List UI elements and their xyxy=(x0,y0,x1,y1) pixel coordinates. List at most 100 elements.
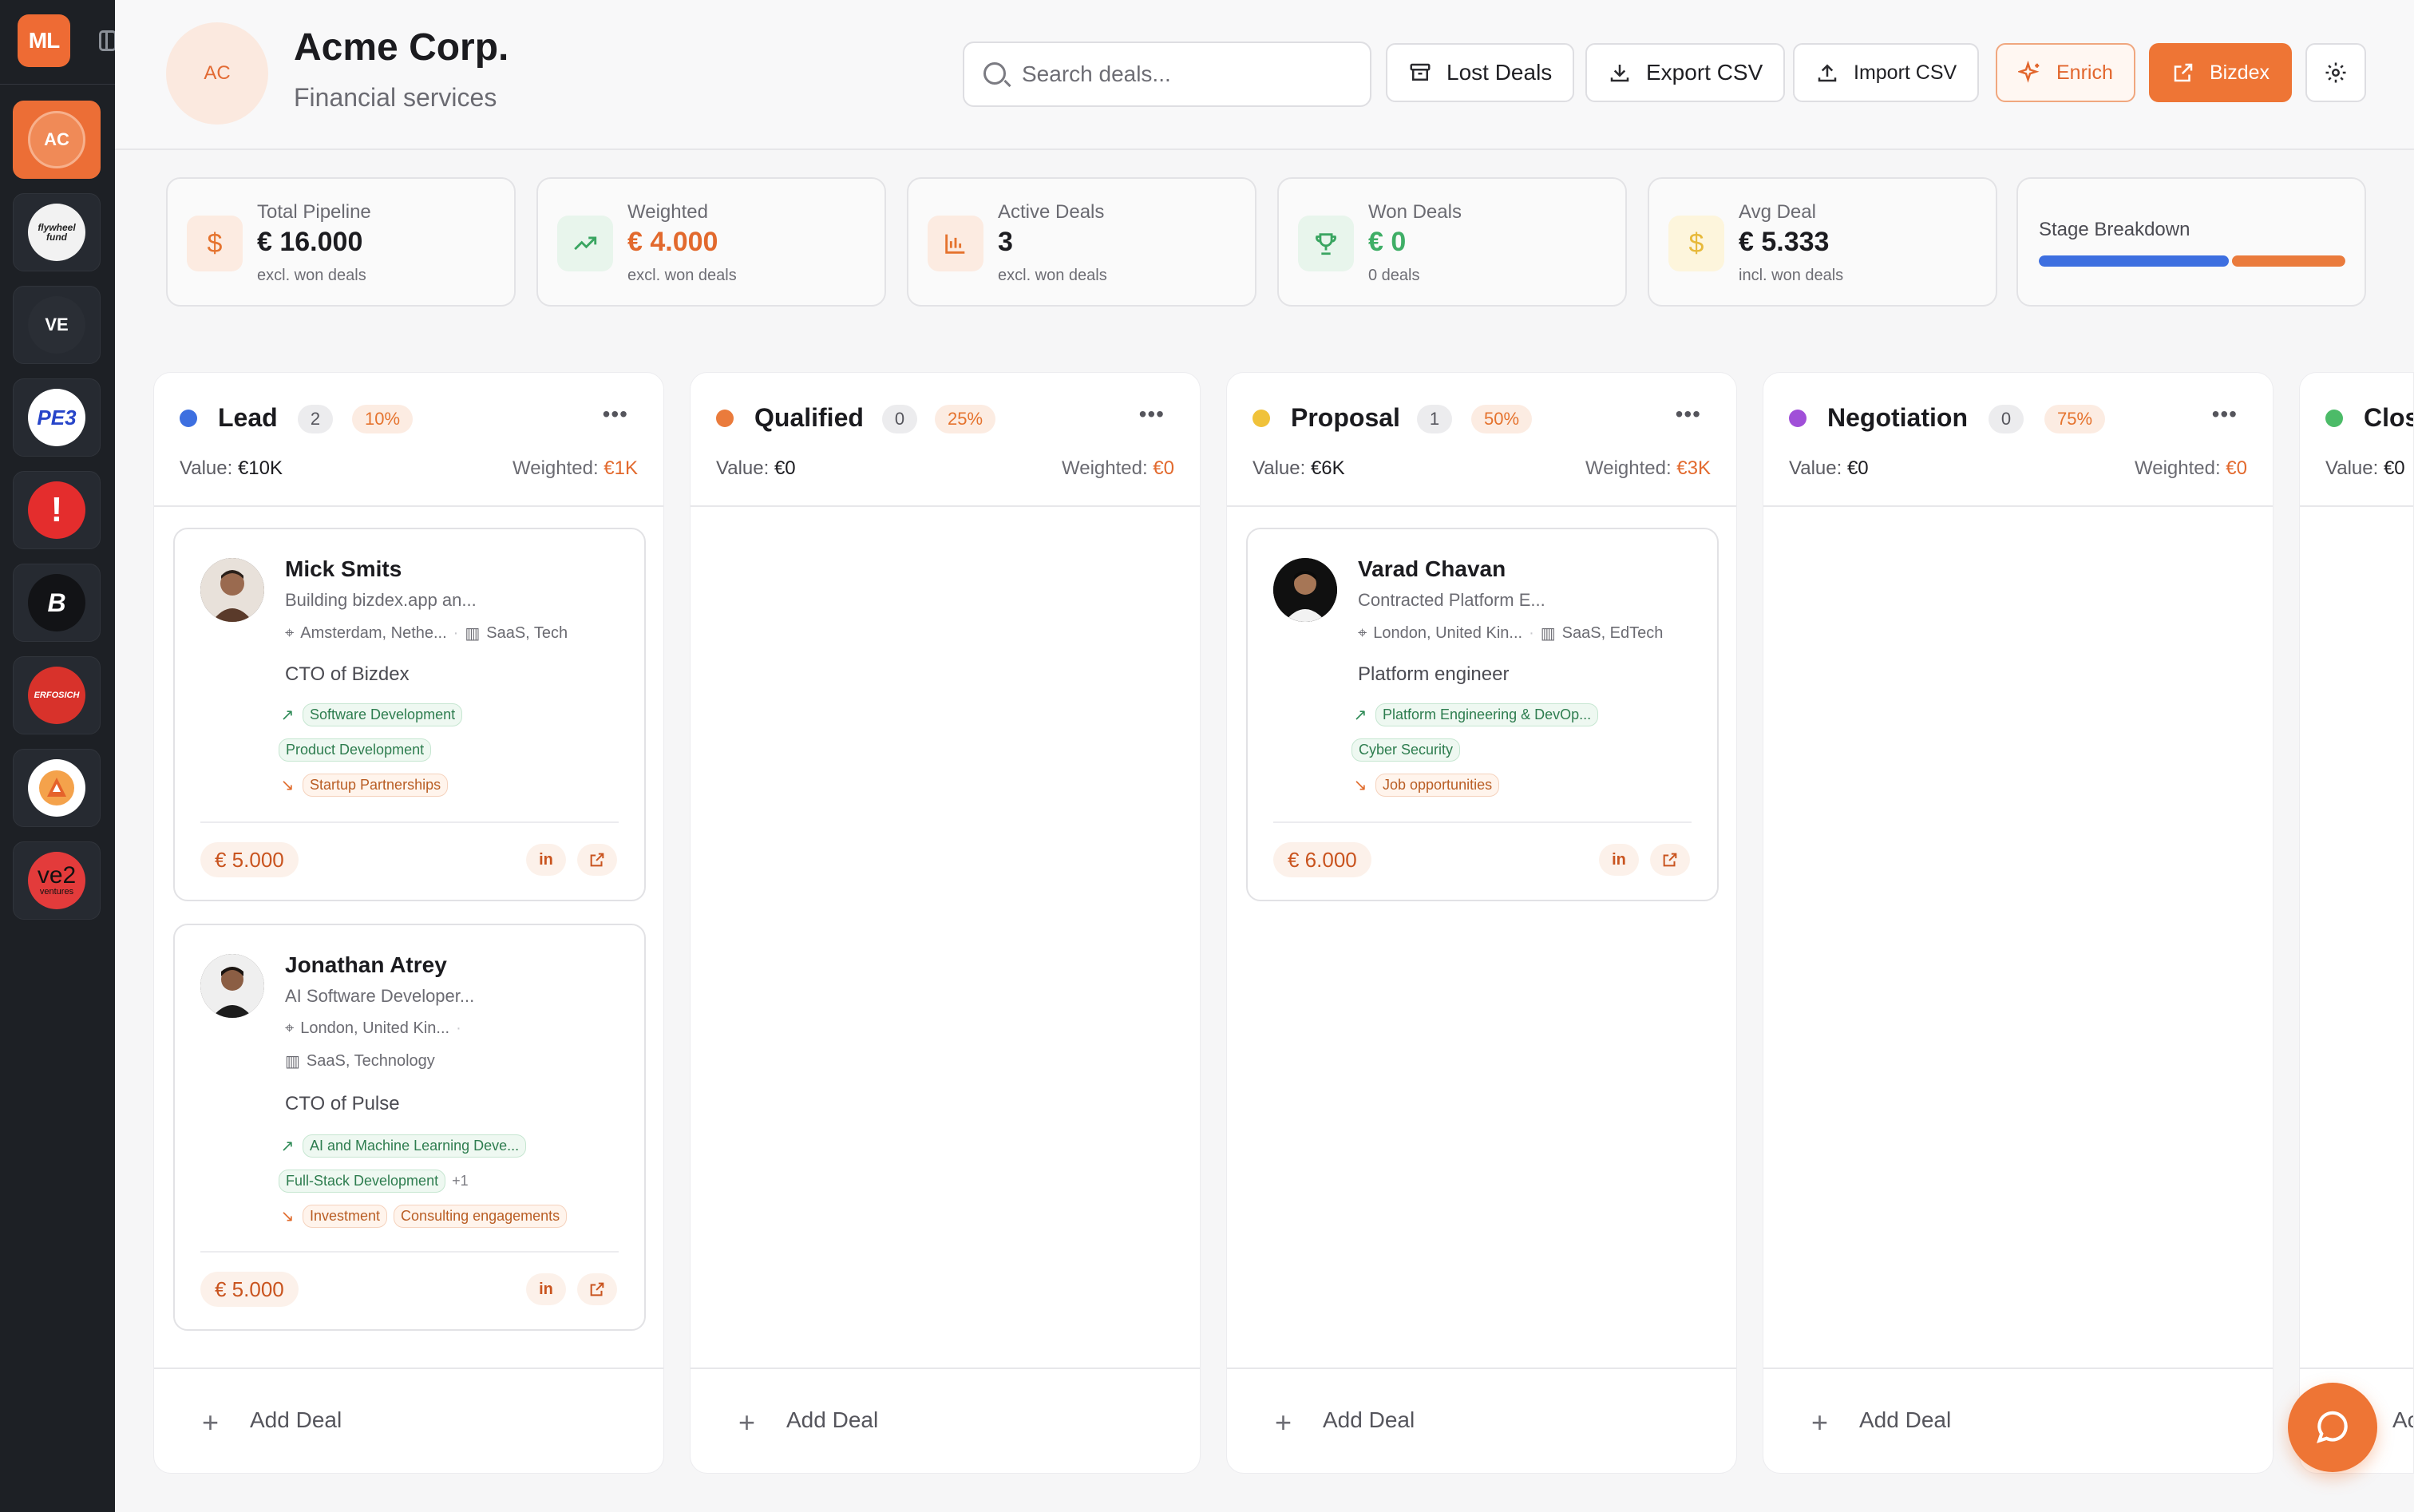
linkedin-button[interactable]: in xyxy=(526,1273,566,1305)
workspace-logo: flywheel fund xyxy=(28,204,85,261)
want-tag: Investment xyxy=(303,1205,388,1228)
stage-dot xyxy=(1789,410,1807,427)
contact-name[interactable]: Varad Chavan xyxy=(1358,556,1506,582)
contact-headline: AI Software Developer... xyxy=(285,986,475,1006)
stat-label: Active Deals xyxy=(998,201,1105,223)
linkedin-button[interactable]: in xyxy=(526,844,566,876)
workspace-logo: ERFOSICH xyxy=(28,667,85,724)
contact-name[interactable]: Mick Smits xyxy=(285,556,402,582)
ve2-logo-subtext: ventures xyxy=(39,887,74,897)
deal-amount: € 5.000 xyxy=(200,842,299,877)
open-link-button[interactable] xyxy=(577,1273,617,1305)
contact-avatar xyxy=(200,954,264,1018)
contact-headline: Building bizdex.app an... xyxy=(285,590,477,610)
stat-note: excl. won deals xyxy=(998,267,1107,284)
search-box[interactable] xyxy=(963,42,1371,107)
open-link-button[interactable] xyxy=(1650,844,1690,876)
column-count-badge: 0 xyxy=(1989,405,2024,433)
column-title: Lead xyxy=(218,403,278,432)
more-options-icon[interactable]: ••• xyxy=(2212,402,2238,427)
column-header: Lead 2 10% ••• Value: €10K Weighted: €1K xyxy=(154,373,663,507)
column-lead: Lead 2 10% ••• Value: €10K Weighted: €1K… xyxy=(153,372,664,1474)
user-avatar[interactable]: ML xyxy=(18,14,70,67)
building-icon: ▥ xyxy=(285,1053,300,1071)
more-options-icon[interactable]: ••• xyxy=(1676,402,1701,427)
settings-button[interactable] xyxy=(2305,43,2366,102)
deal-amount: € 6.000 xyxy=(1273,842,1371,877)
export-csv-button[interactable]: Export CSV xyxy=(1585,43,1786,102)
more-options-icon[interactable]: ••• xyxy=(603,402,628,427)
column-title: Qualified xyxy=(754,403,864,432)
deal-amount: € 5.000 xyxy=(200,1272,299,1307)
lost-deals-label: Lost Deals xyxy=(1446,60,1553,85)
workspace-item-ve2[interactable]: ve2 ventures xyxy=(13,841,101,920)
offers-row: ↗ AI and Machine Learning Deve... xyxy=(279,1134,527,1158)
deal-card[interactable]: Mick Smits Building bizdex.app an... ⌖ Am… xyxy=(173,528,646,901)
add-deal-label: Add Deal xyxy=(1323,1407,1415,1432)
workspace-item-pe3[interactable]: PE3 xyxy=(13,378,101,457)
linkedin-button[interactable]: in xyxy=(1599,844,1639,876)
workspace-item-alert[interactable]: ! xyxy=(13,471,101,549)
more-options-icon[interactable]: ••• xyxy=(1139,402,1165,427)
stage-dot xyxy=(1253,410,1270,427)
company-name: Acme Corp. xyxy=(294,26,509,69)
workspace-logo: PE3 xyxy=(28,389,85,446)
lost-deals-button[interactable]: Lost Deals xyxy=(1386,43,1575,102)
contact-meta: ⌖ Amsterdam, Nethe... · ▥ SaaS, Tech xyxy=(285,623,568,643)
column-count-badge: 2 xyxy=(298,405,333,433)
search-input[interactable] xyxy=(1022,43,1357,105)
contact-name[interactable]: Jonathan Atrey xyxy=(285,952,447,978)
deal-card[interactable]: Jonathan Atrey AI Software Developer... … xyxy=(173,924,646,1331)
want-tag: Job opportunities xyxy=(1375,774,1500,797)
workspace-item-ve[interactable]: VE xyxy=(13,286,101,364)
stat-stage-breakdown: Stage Breakdown xyxy=(2016,177,2366,307)
meta-separator: · xyxy=(456,1019,461,1037)
column-weighted: Weighted: €0 xyxy=(1062,457,1174,479)
open-link-button[interactable] xyxy=(577,844,617,876)
workspace-item-b[interactable]: B xyxy=(13,564,101,642)
workspace-item-fox[interactable] xyxy=(13,749,101,827)
card-divider xyxy=(1273,821,1692,823)
linkedin-icon: in xyxy=(539,850,553,869)
column-header: Clos Value: €0 xyxy=(2300,373,2413,507)
enrich-button[interactable]: Enrich xyxy=(1996,43,2135,102)
column-qualified: Qualified 0 25% ••• Value: €0 Weighted: … xyxy=(690,372,1201,1474)
chat-button[interactable] xyxy=(2288,1383,2377,1472)
external-link-icon xyxy=(590,853,604,867)
stat-label: Total Pipeline xyxy=(257,201,371,223)
plus-icon: + xyxy=(202,1406,220,1439)
workspace-item-ac[interactable]: AC xyxy=(13,101,101,179)
arrow-up-right-icon: ↗ xyxy=(280,707,295,724)
stat-note: 0 deals xyxy=(1368,267,1420,284)
stage-segment-proposal xyxy=(2231,255,2345,267)
bizdex-button[interactable]: Bizdex xyxy=(2149,43,2293,102)
add-deal-button[interactable]: + Add Deal xyxy=(691,1368,1200,1473)
stat-note: incl. won deals xyxy=(1739,267,1844,284)
column-value: Value: €0 xyxy=(716,457,796,479)
add-deal-button[interactable]: + Add Deal xyxy=(1227,1368,1736,1473)
contact-location: London, United Kin... xyxy=(300,1019,450,1037)
offer-tag: Cyber Security xyxy=(1351,738,1461,762)
external-link-icon xyxy=(2174,63,2193,82)
workspace-item-flywheel[interactable]: flywheel fund xyxy=(13,193,101,271)
sidebar-toggle-icon[interactable] xyxy=(99,30,117,51)
column-closed: Clos Value: €0 Ac xyxy=(2299,372,2414,1474)
stat-value: € 0 xyxy=(1368,227,1407,257)
deal-card[interactable]: Varad Chavan Contracted Platform E... ⌖ L… xyxy=(1246,528,1719,901)
enrich-label: Enrich xyxy=(2056,61,2113,84)
workspace-logo: ! xyxy=(28,481,85,539)
add-deal-button[interactable]: + Add Deal xyxy=(154,1368,663,1473)
ve2-logo-text: ve2 xyxy=(37,862,77,889)
stat-note: excl. won deals xyxy=(627,267,737,284)
workspace-sidebar: ML AC flywheel fund VE PE3 ! B ERFOSICH … xyxy=(0,0,117,1512)
stage-segment-lead xyxy=(2039,255,2229,267)
stat-label: Avg Deal xyxy=(1739,201,1816,223)
upload-icon xyxy=(1818,64,1837,82)
add-deal-label: Add Deal xyxy=(786,1407,879,1432)
add-deal-button[interactable]: + Add Deal xyxy=(1763,1368,2273,1473)
stat-label: Won Deals xyxy=(1368,201,1462,223)
column-weighted: Weighted: €0 xyxy=(2135,457,2247,479)
arrow-up-right-icon: ↗ xyxy=(1353,707,1367,724)
import-csv-button[interactable]: Import CSV xyxy=(1793,43,1980,102)
workspace-item-erfosich[interactable]: ERFOSICH xyxy=(13,656,101,734)
